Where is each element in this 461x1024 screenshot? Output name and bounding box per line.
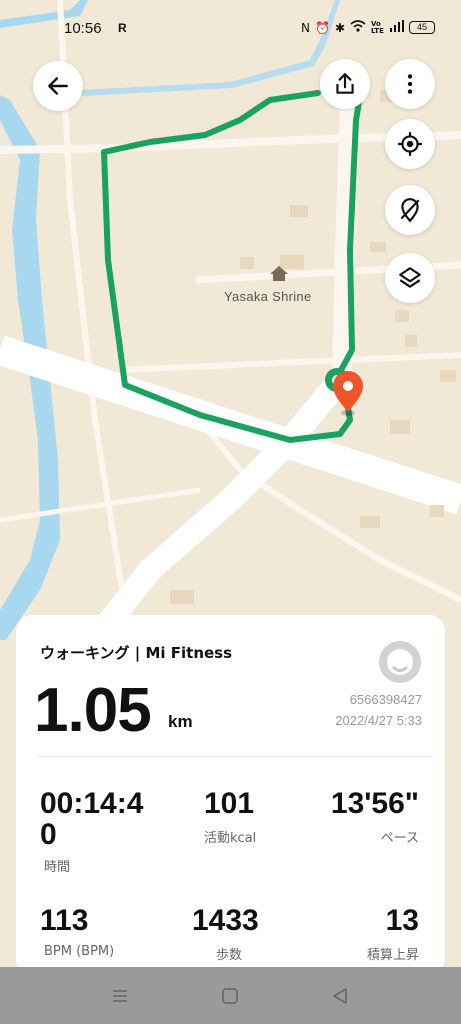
status-time: 10:56	[64, 20, 102, 37]
battery-icon: 45	[409, 21, 435, 34]
distance-value: 1.05	[34, 676, 152, 745]
system-nav-bar	[0, 967, 461, 1024]
calories-label: 活動kcal	[204, 831, 257, 846]
avatar[interactable]	[379, 641, 421, 683]
heart-rate-value: 113	[40, 904, 89, 937]
distance-unit: km	[168, 712, 193, 731]
layers-icon	[399, 267, 421, 288]
pace-label: ペース	[380, 831, 419, 846]
pace-value: 13'56"	[330, 787, 419, 820]
hide-location-button[interactable]	[385, 185, 435, 235]
home-icon[interactable]	[220, 986, 240, 1006]
steps-value: 1433	[192, 904, 259, 937]
user-avatar-icon	[379, 641, 421, 683]
more-button[interactable]	[385, 59, 435, 109]
menu-icon[interactable]	[110, 986, 130, 1006]
nfc-icon: N	[301, 20, 310, 35]
duration-value: 00:14:4 0	[40, 787, 144, 851]
wifi-icon	[350, 20, 366, 35]
divider	[38, 756, 433, 757]
bluetooth-icon: ✱	[334, 20, 345, 35]
more-vertical-icon	[407, 74, 413, 94]
share-icon	[336, 73, 354, 94]
carrier-badge: R	[118, 21, 127, 35]
elevation-gain-label: 積算上昇	[366, 948, 419, 963]
steps-label: 歩数	[216, 948, 243, 963]
workout-title: ウォーキング | Mi Fitness	[40, 644, 233, 662]
location-off-icon	[400, 198, 420, 223]
arrow-left-icon	[48, 77, 68, 95]
volte-label: Vo LTE	[371, 19, 384, 35]
status-icons: N ⏰ ✱ Vo LTE 45	[301, 20, 435, 35]
back-button[interactable]	[33, 61, 83, 111]
cell-signal-icon	[390, 20, 404, 35]
locate-icon	[398, 132, 422, 156]
calories-value: 101	[204, 787, 255, 820]
place-label: Yasaka Shrine	[224, 289, 312, 304]
user-id: 6566398427	[349, 692, 422, 707]
back-triangle-icon[interactable]	[330, 986, 350, 1006]
locate-button[interactable]	[385, 119, 435, 169]
elevation-gain-value: 13	[385, 904, 419, 937]
layers-button[interactable]	[385, 253, 435, 303]
duration-label: 時間	[44, 860, 71, 875]
workout-summary-card: ウォーキング | Mi Fitness 1.05 km 6566398427 2…	[16, 615, 445, 975]
alarm-icon: ⏰	[314, 20, 330, 35]
workout-datetime: 2022/4/27 5:33	[335, 713, 422, 728]
heart-rate-label: BPM (BPM)	[44, 944, 115, 959]
status-bar: 10:56 R N ⏰ ✱ Vo LTE 45	[0, 0, 461, 50]
share-button[interactable]	[320, 59, 370, 109]
